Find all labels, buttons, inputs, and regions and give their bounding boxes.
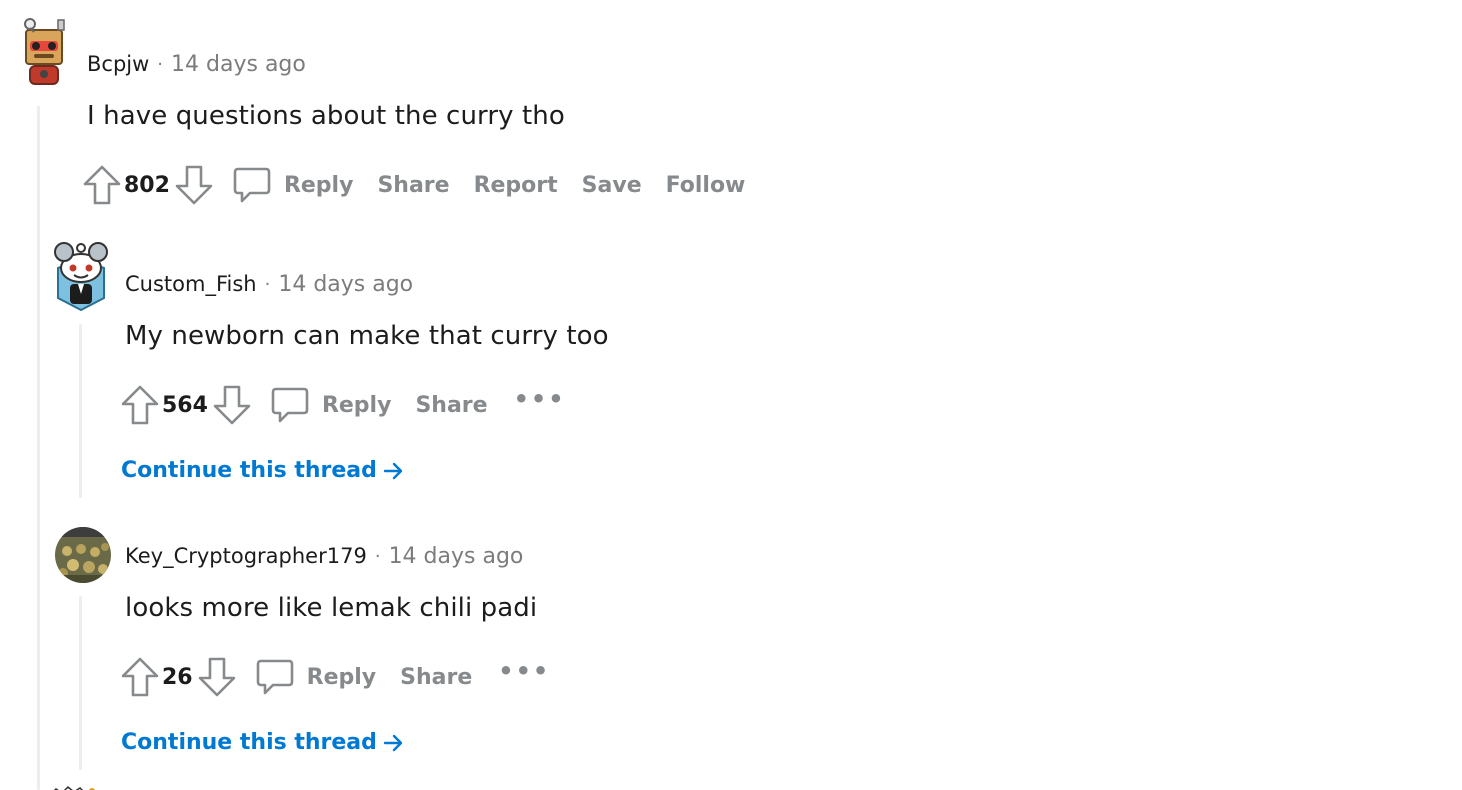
thread-line-key-crypto[interactable]: [79, 596, 82, 770]
comment-body: looks more like lemak chili padi: [125, 593, 538, 623]
avatar[interactable]: [55, 527, 111, 583]
comment-meta: Bcpjw · 14 days ago: [87, 49, 306, 79]
reply-label: Reply: [283, 172, 354, 198]
avatar-snoo-image: [54, 242, 108, 312]
comment-meta: Key_Cryptographer179 · 14 days ago: [125, 541, 523, 571]
upvote-icon: [121, 385, 159, 425]
share-button[interactable]: Share: [400, 665, 472, 690]
separator-dot: ·: [157, 53, 164, 75]
score: 564: [162, 392, 208, 418]
upvote-button[interactable]: [120, 383, 160, 427]
avatar[interactable]: [12, 16, 72, 90]
timestamp[interactable]: 14 days ago: [171, 52, 306, 77]
comment-bubble-icon: [271, 387, 309, 423]
avatar-partial-image: [53, 785, 95, 790]
username[interactable]: Bcpjw: [87, 52, 149, 76]
report-button[interactable]: Report: [474, 173, 558, 198]
continue-thread-label: Continue this thread: [121, 730, 377, 755]
timestamp[interactable]: 14 days ago: [389, 544, 524, 569]
upvote-button[interactable]: [82, 163, 122, 207]
downvote-icon: [175, 165, 213, 205]
reply-label: Reply: [306, 664, 377, 690]
separator-dot: ·: [264, 273, 271, 295]
separator-dot: ·: [374, 545, 381, 567]
score: 802: [124, 172, 170, 198]
continue-thread-link[interactable]: Continue this thread: [121, 458, 403, 483]
username[interactable]: Custom_Fish: [125, 272, 257, 296]
arrow-right-icon: [383, 734, 403, 751]
avatar-photo-image: [55, 527, 111, 583]
follow-button[interactable]: Follow: [666, 173, 746, 198]
comment-bubble-icon: [256, 659, 293, 695]
continue-thread-link[interactable]: Continue this thread: [121, 730, 403, 755]
save-button[interactable]: Save: [582, 173, 642, 198]
more-options-button[interactable]: •••: [514, 385, 566, 413]
upvote-button[interactable]: [120, 655, 160, 699]
downvote-button[interactable]: [197, 655, 237, 699]
share-button[interactable]: Share: [415, 393, 487, 418]
thread-line-root[interactable]: [37, 106, 40, 790]
avatar[interactable]: [50, 238, 112, 312]
share-button[interactable]: Share: [377, 173, 449, 198]
reply-label: Reply: [321, 392, 392, 418]
reply-button[interactable]: Reply: [232, 165, 354, 205]
downvote-button[interactable]: [174, 163, 214, 207]
downvote-icon: [213, 385, 251, 425]
timestamp[interactable]: 14 days ago: [278, 272, 413, 297]
reply-button[interactable]: Reply: [255, 657, 377, 697]
more-options-button[interactable]: •••: [498, 657, 550, 685]
comment-actions: 564 Reply Share •••: [120, 382, 566, 428]
avatar-robot-image: [24, 18, 65, 85]
arrow-right-icon: [383, 462, 403, 479]
comment-body: I have questions about the curry tho: [87, 101, 565, 131]
comment-meta: Custom_Fish · 14 days ago: [125, 269, 413, 299]
upvote-icon: [83, 165, 121, 205]
continue-thread-label: Continue this thread: [121, 458, 377, 483]
reply-button[interactable]: Reply: [270, 385, 392, 425]
downvote-icon: [198, 657, 235, 697]
comment-actions: 26 Reply Share •••: [120, 654, 550, 700]
upvote-icon: [121, 657, 159, 697]
thread-line-custom-fish[interactable]: [79, 324, 82, 498]
score: 26: [162, 664, 193, 690]
downvote-button[interactable]: [212, 383, 252, 427]
comment-body: My newborn can make that curry too: [125, 321, 609, 351]
comment-bubble-icon: [233, 167, 271, 203]
comment-actions: 802 Reply Share Report Save Follow: [82, 162, 745, 208]
avatar[interactable]: [48, 780, 100, 790]
username[interactable]: Key_Cryptographer179: [125, 544, 367, 568]
comment-thread: Bcpjw · 14 days ago I have questions abo…: [0, 0, 1462, 790]
